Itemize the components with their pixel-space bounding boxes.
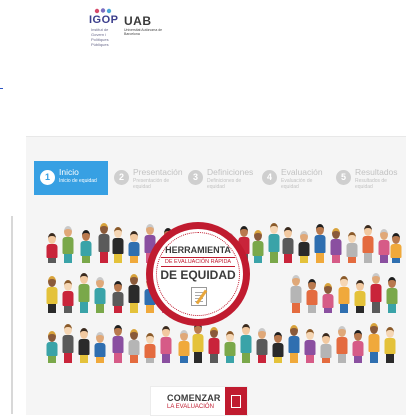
person-figure: [354, 280, 366, 313]
step-subtitle: Resultados de equidad: [355, 178, 387, 190]
uab-subtitle: Universitat Autònoma de Barcelona: [124, 28, 163, 36]
person-figure: [62, 280, 74, 313]
person-figure: [94, 332, 106, 363]
person-figure: [240, 324, 252, 363]
person-figure: [314, 224, 326, 263]
person-figure: [98, 223, 110, 263]
igop-subtitle: Institut de Govern i Polítiques Públique…: [91, 27, 109, 47]
badge-subtitle: DE EVALUACIÓN RÁPIDA: [161, 257, 235, 267]
step-subtitle: Presentación de equidad: [133, 178, 170, 190]
person-figure: [352, 330, 364, 363]
person-figure: [62, 324, 74, 363]
step-number: 1: [40, 170, 55, 185]
person-figure: [384, 327, 396, 363]
person-figure: [144, 333, 156, 363]
person-figure: [62, 226, 74, 263]
person-figure: [80, 230, 92, 263]
step-title: Definiciones: [207, 167, 254, 177]
badge-title: HERRAMIENTA: [165, 245, 231, 255]
person-figure: [336, 326, 348, 363]
person-figure: [256, 328, 268, 363]
person-figure: [78, 273, 90, 313]
person-figure: [46, 331, 58, 363]
step-inicio[interactable]: 1 Inicio Inicio de equidad: [34, 161, 108, 195]
step-title: Inicio: [59, 167, 79, 177]
uab-logo: UAB Universitat Autònoma de Barcelona: [124, 14, 170, 36]
person-figure: [128, 274, 140, 313]
person-figure: [224, 331, 236, 363]
person-figure: [128, 231, 140, 263]
tool-badge: HERRAMIENTA DE EVALUACIÓN RÁPIDA DE EQUI…: [146, 222, 250, 326]
person-figure: [252, 230, 264, 263]
person-figure: [386, 277, 398, 313]
person-figure: [338, 276, 350, 313]
person-figure: [178, 330, 190, 363]
step-subtitle: Inicio de equidad: [59, 178, 97, 184]
step-number: 2: [114, 170, 129, 185]
person-figure: [370, 273, 382, 313]
person-figure: [306, 279, 318, 313]
person-figure: [320, 333, 332, 363]
step-title: Resultados: [355, 167, 398, 177]
step-subtitle: Evaluación de equidad: [281, 178, 313, 190]
step-resultados[interactable]: 5 Resultados Resultados de equidad: [330, 161, 404, 195]
person-figure: [94, 277, 106, 313]
step-number: 3: [188, 170, 203, 185]
person-figure: [78, 328, 90, 363]
start-button-sublabel: LA EVALUACIÓN: [167, 404, 214, 410]
step-title: Evaluación: [281, 167, 323, 177]
person-figure: [368, 323, 380, 363]
person-figure: [282, 227, 294, 263]
badge-main-title: DE EQUIDAD: [160, 268, 236, 282]
person-figure: [112, 325, 124, 363]
step-number: 4: [262, 170, 277, 185]
person-figure: [192, 323, 204, 363]
person-figure: [268, 223, 280, 263]
person-figure: [304, 329, 316, 363]
person-figure: [330, 228, 342, 263]
person-figure: [46, 233, 58, 263]
person-figure: [288, 325, 300, 363]
person-figure: [128, 329, 140, 363]
person-figure: [378, 229, 390, 263]
step-evaluacion[interactable]: 4 Evaluación Evaluación de equidad: [256, 161, 330, 195]
clipped-link[interactable]: [0, 68, 3, 89]
step-number: 5: [336, 170, 351, 185]
step-title: Presentación: [133, 167, 183, 177]
person-figure: [390, 233, 402, 263]
person-figure: [112, 281, 124, 313]
partner-logos: IGOP Institut de Govern i Polítiques Púb…: [88, 8, 168, 52]
person-figure: [298, 231, 310, 263]
start-evaluation-button[interactable]: COMENZAR LA EVALUACIÓN: [150, 386, 248, 416]
start-button-label: COMENZAR: [167, 393, 221, 403]
step-navigation: 1 Inicio Inicio de equidad 2 Presentació…: [34, 161, 406, 195]
person-figure: [208, 327, 220, 363]
person-figure: [322, 283, 334, 313]
person-figure: [46, 276, 58, 313]
uab-wordmark: UAB: [124, 14, 152, 28]
person-figure: [160, 326, 172, 363]
edit-document-icon: [225, 387, 247, 415]
person-figure: [112, 227, 124, 263]
step-subtitle: Definiciones de equidad: [207, 178, 242, 190]
step-presentacion[interactable]: 2 Presentación Presentación de equidad: [108, 161, 183, 195]
person-figure: [290, 275, 302, 313]
person-figure: [346, 232, 358, 263]
igop-wordmark: IGOP: [89, 14, 119, 26]
person-figure: [362, 225, 374, 263]
person-figure: [272, 332, 284, 363]
content-divider: [11, 216, 13, 414]
step-definiciones[interactable]: 3 Definiciones Definiciones de equidad: [182, 161, 256, 195]
